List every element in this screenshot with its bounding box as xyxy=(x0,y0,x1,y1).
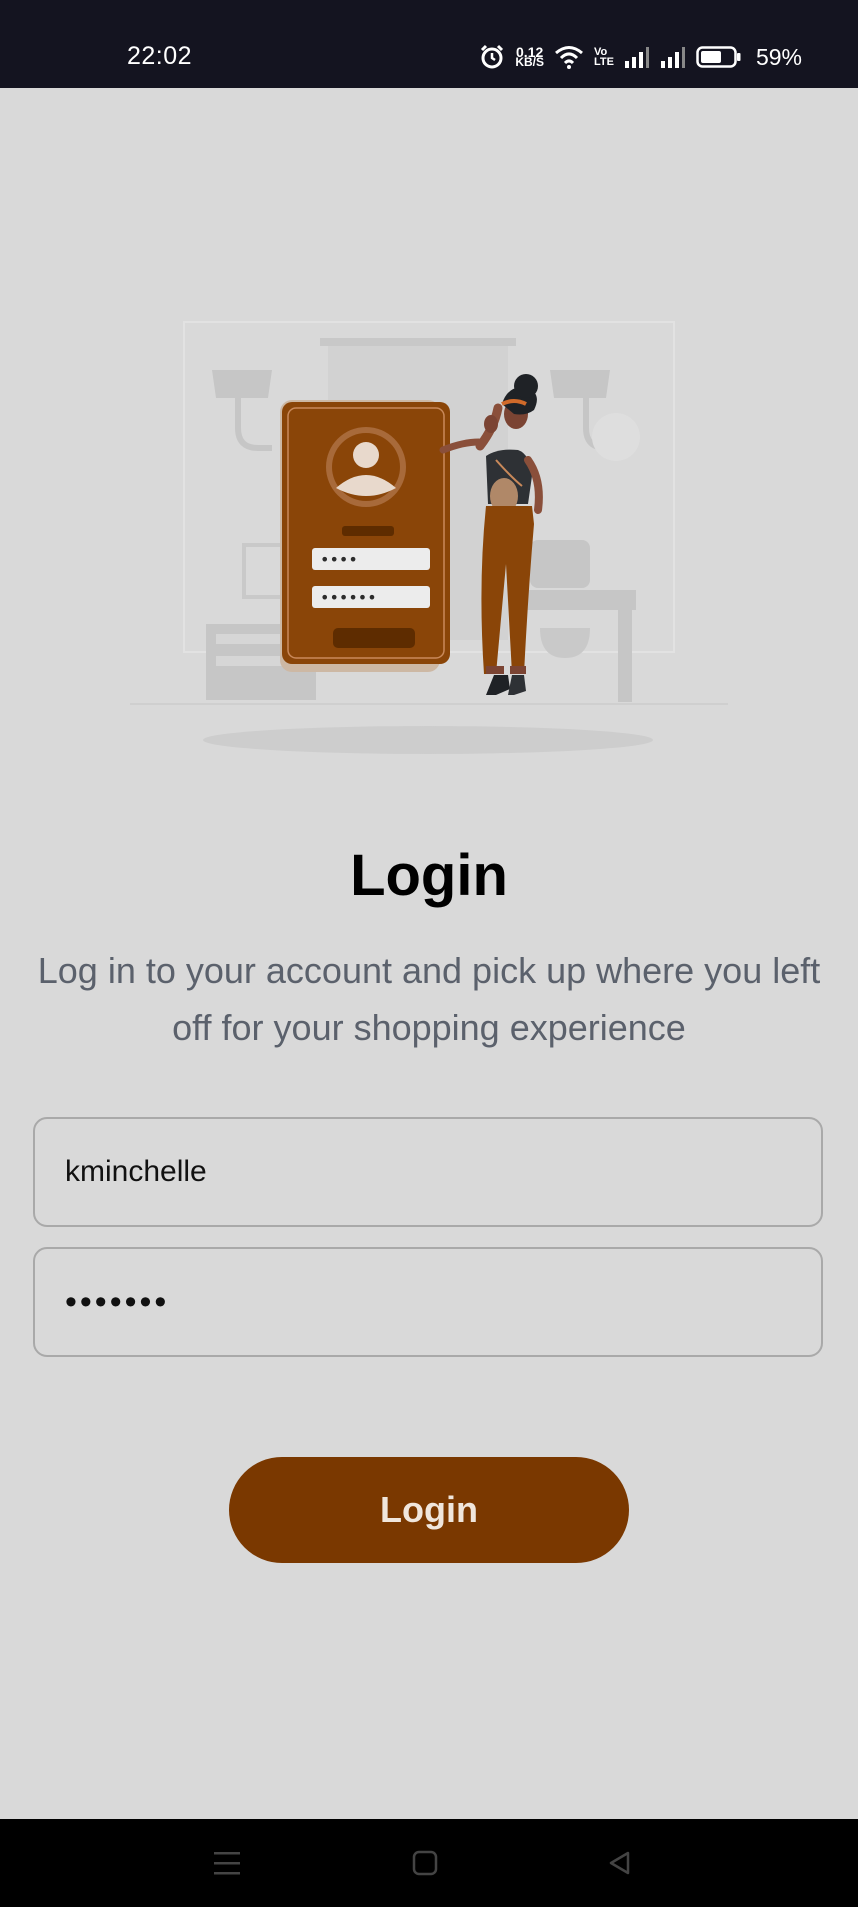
login-button[interactable]: Login xyxy=(229,1457,629,1563)
alarm-icon xyxy=(479,44,505,70)
page-subtitle: Log in to your account and pick up where… xyxy=(37,950,821,1048)
page-title: Login xyxy=(350,843,508,908)
phone-field-2-dots: •••••• xyxy=(320,588,377,607)
battery-icon xyxy=(696,45,742,69)
volte-indicator: Vo LTE xyxy=(593,47,614,68)
network-speed-unit: KB/S xyxy=(515,55,544,69)
navigation-bar xyxy=(0,1819,858,1907)
phone-field-1-dots: •••• xyxy=(320,550,358,569)
status-time: 22:02 xyxy=(127,42,193,70)
status-bar: 22:02 0.12 KB/S Vo LTE 59% xyxy=(0,0,858,88)
menu-icon xyxy=(212,1849,242,1877)
network-speed: 0.12 KB/S xyxy=(515,45,544,69)
menu-button[interactable] xyxy=(205,1841,249,1885)
login-illustration: •••• •••••• xyxy=(130,300,728,770)
signal-icon xyxy=(624,46,650,68)
username-field[interactable] xyxy=(33,1117,823,1227)
back-button[interactable] xyxy=(598,1841,642,1885)
login-illustration-graphic: •••• •••••• xyxy=(130,321,728,754)
signal-icon xyxy=(660,46,686,68)
back-icon xyxy=(606,1849,634,1877)
password-field[interactable] xyxy=(33,1247,823,1357)
username-input[interactable] xyxy=(35,1119,821,1225)
password-input[interactable] xyxy=(35,1249,821,1355)
home-button[interactable] xyxy=(403,1841,447,1885)
wifi-icon xyxy=(554,45,584,69)
battery-percent: 59% xyxy=(755,43,802,70)
home-icon xyxy=(411,1849,439,1877)
volte-bottom: LTE xyxy=(593,56,614,68)
status-icons: 0.12 KB/S Vo LTE 59% xyxy=(479,42,802,72)
